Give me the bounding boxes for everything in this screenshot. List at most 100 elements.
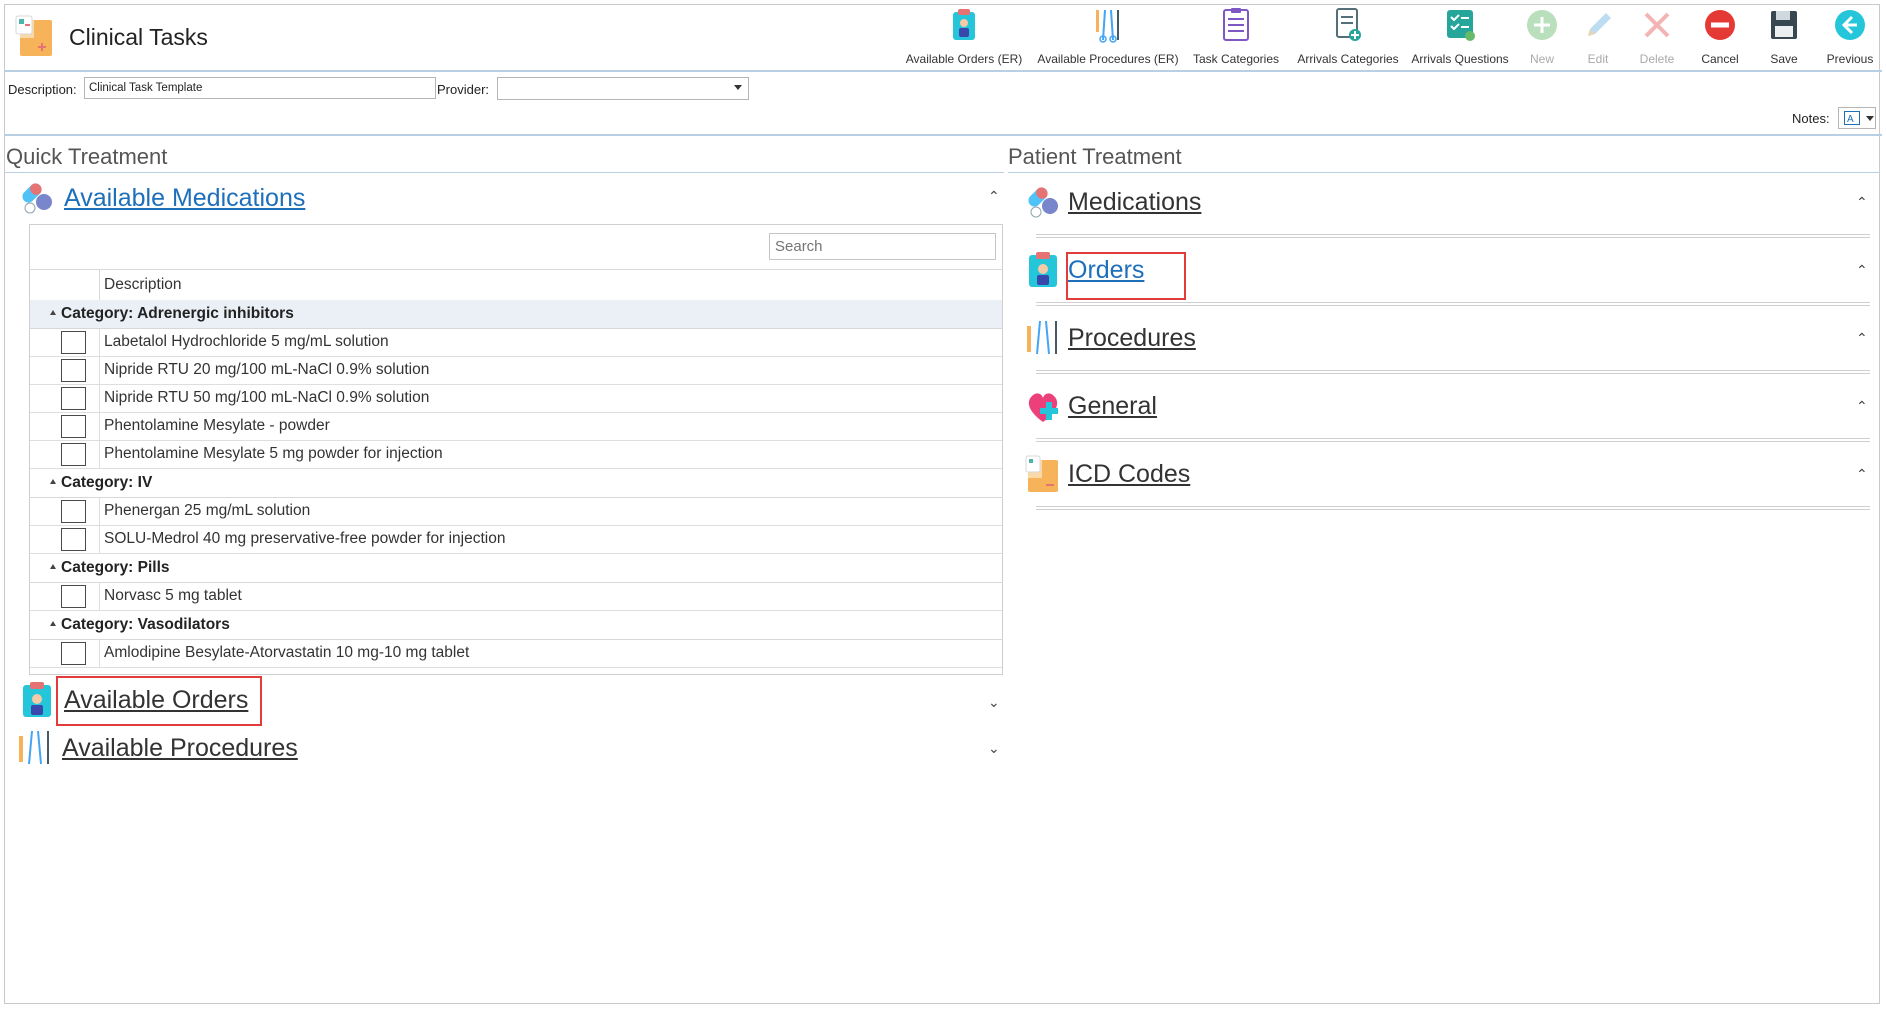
svg-text:A: A bbox=[1847, 114, 1854, 125]
chevron-down-icon[interactable]: ⌄ bbox=[988, 740, 1000, 757]
patient-orders-header[interactable]: Orders bbox=[1024, 250, 1144, 290]
orders-clipboard-icon bbox=[953, 9, 975, 40]
arrivals-categories-button[interactable]: Arrivals Categories bbox=[1290, 6, 1406, 68]
patient-general-header[interactable]: General bbox=[1024, 386, 1157, 426]
available-orders-er-button[interactable]: Available Orders (ER) bbox=[894, 6, 1034, 68]
medication-description: Norvasc 5 mg tablet bbox=[104, 587, 242, 604]
available-orders-header[interactable]: Available Orders bbox=[18, 680, 248, 720]
medications-grid: Description Category: Adrenergic inhibit… bbox=[29, 224, 1003, 675]
task-categories-button[interactable]: Task Categories bbox=[1182, 6, 1290, 68]
row-checkbox[interactable] bbox=[61, 443, 86, 466]
orders-link[interactable]: Orders bbox=[1068, 256, 1144, 285]
row-checkbox[interactable] bbox=[61, 585, 86, 608]
chevron-up-icon[interactable]: ⌃ bbox=[1856, 330, 1868, 347]
patient-icd-codes-header[interactable]: ICD Codes bbox=[1024, 454, 1190, 494]
medication-description: Phenergan 25 mg/mL solution bbox=[104, 502, 311, 519]
x-icon bbox=[1644, 12, 1670, 38]
toolbar: Available Orders (ER) Available Procedur… bbox=[894, 6, 1884, 68]
medication-description: SOLU-Medrol 40 mg preservative-free powd… bbox=[104, 530, 506, 547]
available-medications-header[interactable]: Available Medications bbox=[18, 178, 305, 218]
medications-link[interactable]: Medications bbox=[1068, 188, 1201, 217]
available-procedures-header[interactable]: Available Procedures bbox=[16, 728, 298, 768]
arrivals-questions-button[interactable]: Arrivals Questions bbox=[1406, 6, 1514, 68]
new-button[interactable]: New bbox=[1514, 6, 1570, 68]
medication-description: Phentolamine Mesylate 5 mg powder for in… bbox=[104, 445, 443, 462]
previous-button[interactable]: Previous bbox=[1816, 6, 1884, 68]
category-row[interactable]: Category: IV bbox=[30, 469, 1002, 498]
medication-description: Nipride RTU 50 mg/100 mL-NaCl 0.9% solut… bbox=[104, 389, 430, 406]
row-checkbox[interactable] bbox=[61, 359, 86, 382]
procedures-panel bbox=[1036, 370, 1870, 374]
search-input[interactable] bbox=[769, 233, 996, 260]
medication-description: Nipride RTU 20 mg/100 mL-NaCl 0.9% solut… bbox=[104, 361, 430, 378]
quick-treatment-rule bbox=[4, 172, 1004, 173]
icd-codes-link[interactable]: ICD Codes bbox=[1068, 460, 1190, 489]
surgical-tools-icon bbox=[1027, 320, 1057, 355]
surgical-tools-icon bbox=[1096, 9, 1119, 43]
chevron-up-icon[interactable]: ⌃ bbox=[1856, 398, 1868, 415]
category-row[interactable]: Category: Vasodilators bbox=[30, 611, 1002, 640]
row-checkbox[interactable] bbox=[61, 387, 86, 410]
folder-chart-icon bbox=[1025, 455, 1058, 492]
provider-select[interactable] bbox=[497, 77, 749, 100]
row-checkbox[interactable] bbox=[61, 331, 86, 354]
row-checkbox[interactable] bbox=[61, 642, 86, 665]
procedures-link[interactable]: Procedures bbox=[1068, 324, 1196, 353]
no-entry-icon bbox=[1705, 10, 1735, 40]
chevron-up-icon[interactable]: ⌃ bbox=[1856, 466, 1868, 483]
delete-button[interactable]: Delete bbox=[1626, 6, 1688, 68]
collapse-triangle-icon[interactable] bbox=[50, 620, 56, 626]
chevron-up-icon[interactable]: ⌃ bbox=[1856, 262, 1868, 279]
orders-clipboard-icon bbox=[23, 682, 51, 717]
text-format-icon: A bbox=[1844, 111, 1860, 125]
row-checkbox[interactable] bbox=[61, 528, 86, 551]
table-row: SOLU-Medrol 40 mg preservative-free powd… bbox=[30, 526, 1002, 554]
patient-treatment-title: Patient Treatment bbox=[1008, 144, 1182, 169]
back-arrow-icon bbox=[1835, 10, 1865, 40]
task-list-icon bbox=[1223, 8, 1249, 41]
quick-treatment-title: Quick Treatment bbox=[6, 144, 168, 169]
notes-dropdown[interactable]: A bbox=[1838, 107, 1876, 129]
general-link[interactable]: General bbox=[1068, 392, 1157, 421]
table-row: Labetalol Hydrochloride 5 mg/mL solution bbox=[30, 329, 1002, 357]
available-orders-link[interactable]: Available Orders bbox=[64, 686, 248, 715]
chevron-up-icon[interactable]: ⌃ bbox=[1856, 194, 1868, 211]
category-row[interactable]: Category: Pills bbox=[30, 554, 1002, 583]
collapse-triangle-icon[interactable] bbox=[50, 563, 56, 569]
chevron-down-icon[interactable]: ⌄ bbox=[988, 694, 1000, 711]
description-label: Description: bbox=[8, 82, 77, 97]
medication-description: Labetalol Hydrochloride 5 mg/mL solution bbox=[104, 333, 389, 350]
heart-plus-icon bbox=[1028, 393, 1058, 422]
checklist-icon bbox=[1447, 10, 1475, 41]
table-row: Phenergan 25 mg/mL solution bbox=[30, 498, 1002, 526]
patient-procedures-header[interactable]: Procedures bbox=[1024, 318, 1196, 358]
chevron-up-icon[interactable]: ⌃ bbox=[988, 188, 1000, 205]
category-row[interactable]: Category: Adrenergic inhibitors bbox=[30, 300, 1002, 329]
orders-clipboard-icon bbox=[1029, 252, 1057, 287]
collapse-triangle-icon[interactable] bbox=[50, 478, 56, 484]
available-medications-link[interactable]: Available Medications bbox=[64, 184, 305, 213]
table-row: Phentolamine Mesylate - powder bbox=[30, 413, 1002, 441]
collapse-triangle-icon[interactable] bbox=[50, 309, 56, 315]
general-panel bbox=[1036, 438, 1870, 442]
description-input[interactable] bbox=[84, 77, 436, 99]
medication-description: Phentolamine Mesylate - powder bbox=[104, 417, 330, 434]
cancel-button[interactable]: Cancel bbox=[1688, 6, 1752, 68]
row-checkbox[interactable] bbox=[61, 415, 86, 438]
table-row: Phentolamine Mesylate 5 mg powder for in… bbox=[30, 441, 1002, 469]
description-column-header[interactable]: Description bbox=[104, 276, 182, 294]
row-checkbox[interactable] bbox=[61, 500, 86, 523]
patient-medications-header[interactable]: Medications bbox=[1024, 182, 1201, 222]
medication-description: Amlodipine Besylate-Atorvastatin 10 mg-1… bbox=[104, 644, 470, 661]
available-procedures-er-button[interactable]: Available Procedures (ER) bbox=[1034, 6, 1182, 68]
save-button[interactable]: Save bbox=[1752, 6, 1816, 68]
table-row: Nipride RTU 50 mg/100 mL-NaCl 0.9% solut… bbox=[30, 385, 1002, 413]
edit-button[interactable]: Edit bbox=[1570, 6, 1626, 68]
header-divider bbox=[4, 70, 1882, 72]
grid-body: Category: Adrenergic inhibitors Labetalo… bbox=[30, 300, 1002, 668]
pencil-icon bbox=[1588, 13, 1611, 36]
available-procedures-link[interactable]: Available Procedures bbox=[62, 734, 298, 763]
table-row: Norvasc 5 mg tablet bbox=[30, 583, 1002, 611]
patient-treatment-rule bbox=[1008, 172, 1880, 173]
floppy-disk-icon bbox=[1771, 11, 1797, 39]
